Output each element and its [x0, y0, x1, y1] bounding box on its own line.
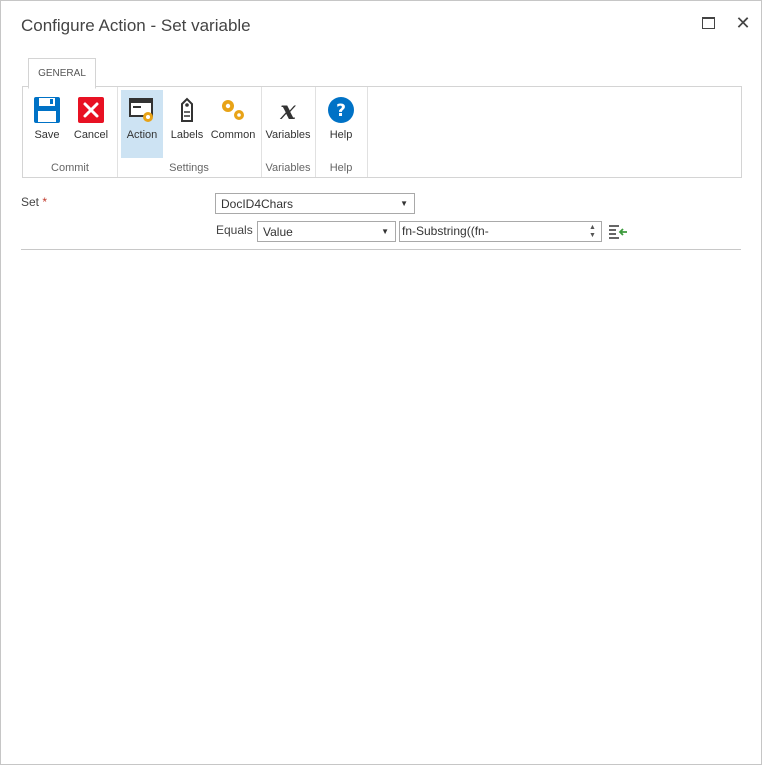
ribbon-group-variables: x Variables Variables [261, 87, 316, 177]
insert-reference-icon[interactable] [608, 223, 628, 239]
common-button[interactable]: Common [209, 90, 257, 158]
equals-label: Equals [216, 223, 253, 237]
variable-x-icon: x [279, 96, 296, 124]
value-input[interactable]: fn-Substring((fn- ▲ ▼ [399, 221, 602, 242]
divider [21, 249, 741, 250]
group-label-settings: Settings [169, 162, 209, 174]
required-marker: * [42, 195, 48, 209]
group-label-help: Help [329, 162, 353, 174]
value-type-select[interactable]: Value ▼ [257, 221, 396, 242]
tag-icon [181, 97, 193, 122]
variable-select[interactable]: DocID4Chars ▼ [215, 193, 415, 214]
maximize-icon[interactable] [700, 14, 718, 32]
save-icon [34, 97, 60, 123]
save-button[interactable]: Save [29, 90, 65, 158]
close-icon[interactable]: ✕ [734, 14, 752, 32]
set-label: Set * [21, 195, 48, 209]
tab-general[interactable]: GENERAL [28, 58, 96, 89]
ribbon: Save Cancel Commit Action Labels Common … [22, 86, 742, 178]
gears-icon [222, 100, 244, 120]
dialog-title: Configure Action - Set variable [21, 16, 251, 35]
spin-control[interactable]: ▲ ▼ [587, 223, 599, 240]
dropdown-arrow-icon: ▼ [381, 227, 389, 236]
group-label-variables: Variables [265, 162, 311, 174]
dropdown-arrow-icon: ▼ [400, 199, 408, 208]
svg-text:x: x [279, 96, 296, 124]
labels-button[interactable]: Labels [167, 90, 207, 158]
svg-text:?: ? [336, 101, 346, 121]
cancel-icon [78, 97, 104, 123]
cancel-button[interactable]: Cancel [71, 90, 111, 158]
action-button[interactable]: Action [121, 90, 163, 158]
help-icon: ? [328, 97, 354, 123]
action-settings-icon [129, 98, 153, 122]
ribbon-group-settings: Action Labels Common Settings [117, 87, 262, 177]
group-label-commit: Commit [51, 162, 89, 174]
ribbon-group-help: ? Help Help [315, 87, 368, 177]
configure-action-dialog: Configure Action - Set variable ✕ GENERA… [0, 0, 762, 765]
spin-down-icon[interactable]: ▼ [589, 232, 596, 239]
variables-button[interactable]: x Variables [264, 90, 312, 158]
spin-up-icon[interactable]: ▲ [589, 224, 596, 231]
ribbon-group-commit: Save Cancel Commit [23, 87, 118, 177]
help-button[interactable]: ? Help [321, 90, 361, 158]
